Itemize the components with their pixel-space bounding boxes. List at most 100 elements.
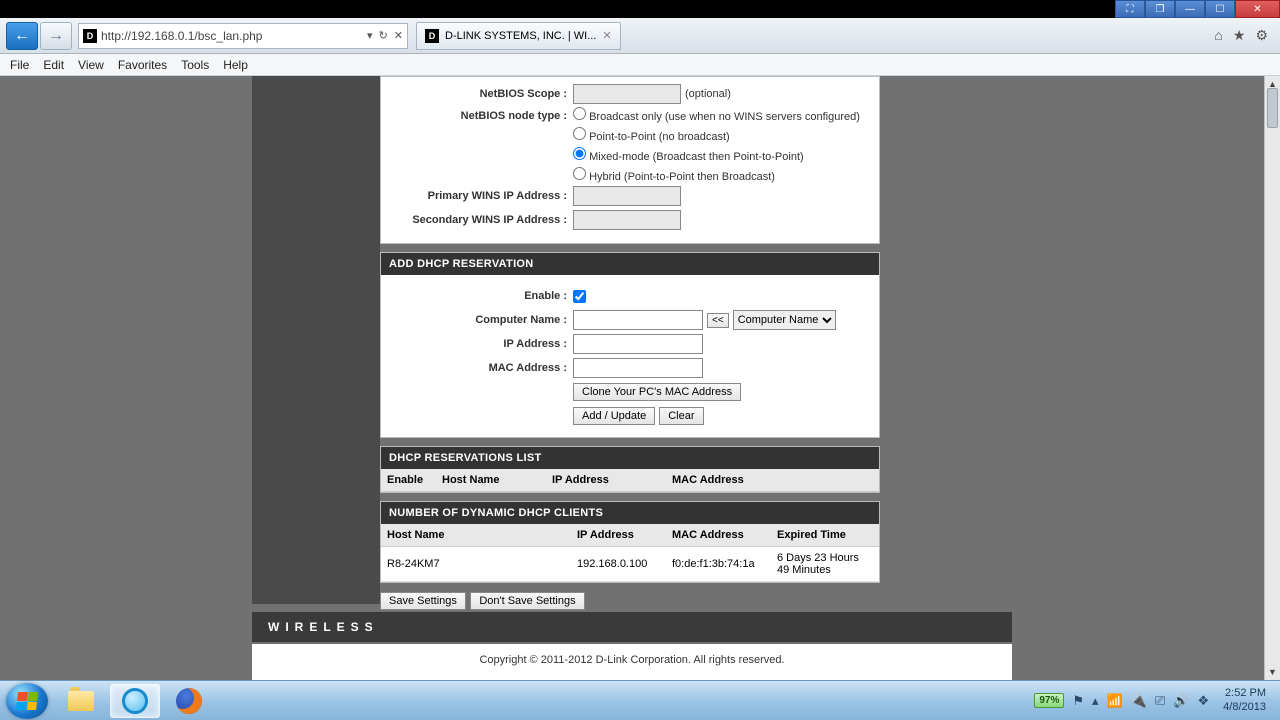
computer-name-label: Computer Name : (391, 314, 573, 326)
forward-button[interactable]: → (40, 22, 72, 50)
radio-hybrid[interactable] (573, 167, 586, 180)
mac-address-label: MAC Address : (391, 362, 573, 374)
cell-expired: 6 Days 23 Hours 49 Minutes (771, 547, 879, 582)
menu-edit[interactable]: Edit (43, 58, 64, 72)
action-center-icon[interactable]: ⚑ (1072, 693, 1084, 709)
favorites-icon[interactable]: ★ (1233, 27, 1246, 44)
ip-address-label: IP Address : (391, 338, 573, 350)
network-icon[interactable]: 📶 (1107, 693, 1123, 709)
back-button[interactable]: ← (6, 22, 38, 50)
address-actions: ▾ ↻ ✕ (367, 29, 403, 42)
arrow-left-icon: ← (14, 27, 30, 45)
secondary-wins-input[interactable] (573, 210, 681, 230)
dropdown-icon[interactable]: ▾ (367, 29, 373, 42)
menu-favorites[interactable]: Favorites (118, 58, 167, 72)
windows-logo-icon (16, 692, 38, 710)
start-button[interactable] (6, 683, 48, 719)
restore-button[interactable]: ❐ (1145, 0, 1175, 18)
site-favicon-icon: D (83, 29, 97, 43)
power-icon[interactable]: 🔌 (1131, 693, 1147, 709)
col-action1 (815, 469, 847, 492)
table-row: R8-24KM7 192.168.0.100 f0:de:f1:3b:74:1a… (381, 547, 879, 582)
add-update-button[interactable]: Add / Update (573, 407, 655, 425)
page-viewport: NetBIOS Scope : (optional) NetBIOS node … (0, 76, 1264, 680)
radio-mixed[interactable] (573, 147, 586, 160)
scroll-down-icon[interactable]: ▼ (1265, 664, 1280, 680)
tab-favicon-icon: D (425, 29, 439, 43)
ip-address-input[interactable] (573, 334, 703, 354)
minimize-button[interactable]: — (1175, 0, 1205, 18)
save-settings-button[interactable]: Save Settings (380, 592, 466, 610)
col-ip: IP Address (546, 469, 666, 492)
enable-label: Enable : (391, 290, 573, 302)
reservations-list-header: DHCP RESERVATIONS LIST (381, 447, 879, 469)
browser-tab[interactable]: D D-LINK SYSTEMS, INC. | WI... ✕ (416, 22, 621, 50)
computer-name-input[interactable] (573, 310, 703, 330)
tab-close-icon[interactable]: ✕ (602, 29, 611, 42)
footer-brand-bar: WIRELESS (252, 612, 1012, 642)
refresh-icon[interactable]: ↻ (379, 29, 388, 42)
left-sidebar (252, 76, 380, 604)
maximize-button[interactable]: ☐ (1205, 0, 1235, 18)
col-mac: MAC Address (666, 524, 771, 547)
node-opt-p2p[interactable]: Point-to-Point (no broadcast) (573, 127, 730, 143)
col-enable: Enable (381, 469, 436, 492)
menu-help[interactable]: Help (223, 58, 248, 72)
window-title-bar: ⛶ ❐ — ☐ ✕ (1115, 0, 1280, 18)
primary-wins-input[interactable] (573, 186, 681, 206)
volume-icon[interactable]: 🔊 (1173, 693, 1189, 709)
address-bar[interactable]: D http://192.168.0.1/bsc_lan.php ▾ ↻ ✕ (78, 23, 408, 49)
copyright-text: Copyright © 2011-2012 D-Link Corporation… (252, 644, 1012, 680)
mac-address-input[interactable] (573, 358, 703, 378)
device-icon[interactable]: ⎚ (1155, 693, 1165, 709)
clone-mac-button[interactable]: Clone Your PC's MAC Address (573, 383, 741, 401)
node-opt-broadcast[interactable]: Broadcast only (use when no WINS servers… (573, 107, 860, 123)
netbios-scope-label: NetBIOS Scope : (391, 88, 573, 100)
reservations-list-panel: DHCP RESERVATIONS LIST Enable Host Name … (380, 446, 880, 493)
firefox-icon (176, 688, 202, 714)
browser-right-icons: ⌂ ★ ⚙ (1214, 27, 1274, 44)
close-button[interactable]: ✕ (1235, 0, 1280, 18)
copy-name-button[interactable]: << (707, 313, 729, 328)
menu-bar: File Edit View Favorites Tools Help (0, 54, 1280, 76)
vertical-scrollbar[interactable]: ▲ ▼ (1264, 76, 1280, 680)
col-hostname: Host Name (436, 469, 546, 492)
folder-icon (68, 691, 94, 711)
col-expired: Expired Time (771, 524, 879, 547)
stop-icon[interactable]: ✕ (394, 29, 403, 42)
clock[interactable]: 2:52 PM 4/8/2013 (1217, 687, 1272, 713)
misc-tray-icon[interactable]: ❖ (1198, 693, 1210, 709)
dont-save-button[interactable]: Don't Save Settings (470, 592, 584, 610)
clients-panel: NUMBER OF DYNAMIC DHCP CLIENTS Host Name… (380, 501, 880, 583)
netbios-scope-input[interactable] (573, 84, 681, 104)
save-row: Save Settings Don't Save Settings (380, 591, 880, 610)
tray-chevron-icon[interactable]: ▴ (1092, 693, 1099, 709)
menu-file[interactable]: File (10, 58, 29, 72)
computer-name-select[interactable]: Computer Name (733, 310, 836, 330)
browser-toolbar: ← → D http://192.168.0.1/bsc_lan.php ▾ ↻… (0, 18, 1280, 54)
reservations-table: Enable Host Name IP Address MAC Address (381, 469, 879, 492)
menu-view[interactable]: View (78, 58, 104, 72)
radio-broadcast[interactable] (573, 107, 586, 120)
primary-wins-label: Primary WINS IP Address : (391, 190, 573, 202)
node-opt-hybrid[interactable]: Hybrid (Point-to-Point then Broadcast) (573, 167, 775, 183)
battery-indicator[interactable]: 97% (1034, 693, 1064, 708)
clock-time: 2:52 PM (1223, 687, 1266, 700)
clients-table: Host Name IP Address MAC Address Expired… (381, 524, 879, 582)
clear-button[interactable]: Clear (659, 407, 703, 425)
ie-icon (122, 688, 148, 714)
col-hostname: Host Name (381, 524, 571, 547)
secondary-wins-label: Secondary WINS IP Address : (391, 214, 573, 226)
taskbar-ie[interactable] (110, 684, 160, 718)
taskbar-explorer[interactable] (56, 684, 106, 718)
scroll-thumb[interactable] (1267, 88, 1278, 128)
snap-button[interactable]: ⛶ (1115, 0, 1145, 18)
netbios-panel: NetBIOS Scope : (optional) NetBIOS node … (380, 76, 880, 244)
enable-checkbox[interactable] (573, 290, 586, 303)
home-icon[interactable]: ⌂ (1214, 27, 1222, 44)
radio-p2p[interactable] (573, 127, 586, 140)
menu-tools[interactable]: Tools (181, 58, 209, 72)
tools-icon[interactable]: ⚙ (1255, 27, 1268, 44)
taskbar-firefox[interactable] (164, 684, 214, 718)
node-opt-mixed[interactable]: Mixed-mode (Broadcast then Point-to-Poin… (573, 147, 804, 163)
